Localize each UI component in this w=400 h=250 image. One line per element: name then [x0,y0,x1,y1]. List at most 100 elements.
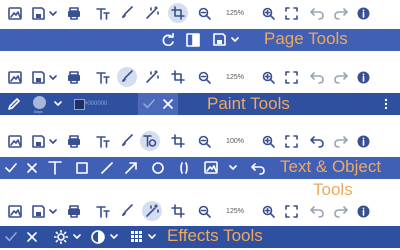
pencil-icon[interactable] [7,97,21,111]
zoom-level: 125% [226,74,244,81]
rotate-icon[interactable] [161,33,175,47]
print-icon[interactable] [67,71,81,84]
brightness-icon[interactable] [54,230,68,244]
undo-icon[interactable] [310,7,324,20]
fullscreen-icon[interactable] [285,205,298,218]
image-icon[interactable] [8,7,22,20]
magic-wand-icon[interactable] [145,6,159,20]
text-object-icon[interactable] [143,134,157,148]
main-toolbar: 125% [0,200,400,223]
text-icon[interactable] [48,160,62,175]
fullscreen-icon[interactable] [285,7,298,20]
zoom-out-icon[interactable] [198,7,211,20]
save-icon[interactable] [32,7,45,20]
text-size-icon[interactable] [96,7,110,20]
section-effects-tools: 125% Effects Tools [0,198,400,250]
chevron-down-icon[interactable] [54,101,62,107]
save-icon[interactable] [32,135,45,148]
chevron-down-icon[interactable] [148,234,156,240]
fullscreen-icon[interactable] [285,135,298,148]
zoom-in-icon[interactable] [262,135,275,148]
magic-wand-icon[interactable] [145,204,159,218]
print-icon[interactable] [67,135,81,148]
section-paint-tools: 125% 0dpx #000000 Paint Tools [0,64,400,120]
hex-color-input[interactable]: #000000 [84,97,136,111]
zoom-out-icon[interactable] [198,205,211,218]
save-icon[interactable] [213,33,226,46]
brush-size-label: 0dpx [34,109,43,114]
crop-rotate-icon[interactable] [171,70,185,84]
zoom-out-icon[interactable] [198,71,211,84]
flip-icon[interactable] [186,33,200,47]
redo-icon[interactable] [334,71,348,84]
section-page-tools: 125% Page Tools [0,0,400,58]
zoom-in-icon[interactable] [262,7,275,20]
undo-icon[interactable] [310,205,324,218]
check-icon[interactable] [5,162,17,174]
check-icon[interactable] [143,98,155,110]
chevron-down-icon[interactable] [49,139,57,145]
save-icon[interactable] [32,71,45,84]
print-icon[interactable] [67,205,81,218]
main-toolbar: 100% [0,130,400,153]
brush-color-dot[interactable] [33,96,46,109]
image-icon[interactable] [8,135,22,148]
info-icon[interactable] [357,7,370,20]
info-icon[interactable] [357,135,370,148]
zoom-level: 100% [226,138,244,145]
redo-icon[interactable] [334,135,348,148]
caption-text-object-tools-line1: Text & Object [280,157,382,176]
check-icon[interactable] [5,231,17,243]
crop-rotate-icon[interactable] [171,6,185,20]
brush-icon[interactable] [120,6,134,20]
brackets-icon[interactable] [178,162,190,174]
crop-rotate-icon[interactable] [171,134,185,148]
grid-icon[interactable] [130,230,143,243]
rectangle-icon[interactable] [76,162,88,174]
undo-icon[interactable] [251,162,265,175]
line-icon[interactable] [101,162,113,174]
paint-tools-bar: 0dpx #000000 [0,93,400,115]
image-icon[interactable] [8,205,22,218]
brush-icon[interactable] [120,204,134,218]
text-size-icon[interactable] [96,135,110,148]
info-icon[interactable] [357,205,370,218]
text-size-icon[interactable] [96,205,110,218]
zoom-out-icon[interactable] [198,135,211,148]
save-icon[interactable] [32,205,45,218]
close-icon[interactable] [163,99,173,109]
circle-icon[interactable] [152,162,164,174]
more-icon[interactable] [384,98,388,110]
undo-icon[interactable] [310,135,324,148]
chevron-down-icon[interactable] [49,11,57,17]
redo-icon[interactable] [334,205,348,218]
print-icon[interactable] [67,7,81,20]
undo-icon[interactable] [310,71,324,84]
fullscreen-icon[interactable] [285,71,298,84]
image-icon[interactable] [204,161,218,174]
close-icon[interactable] [27,232,37,242]
image-icon[interactable] [8,71,22,84]
chevron-down-icon[interactable] [73,234,81,240]
arrow-icon[interactable] [125,162,137,174]
brush-icon[interactable] [120,70,134,84]
crop-rotate-icon[interactable] [171,204,185,218]
caption-paint-tools: Paint Tools [207,94,290,113]
chevron-down-icon[interactable] [49,75,57,81]
info-icon[interactable] [357,71,370,84]
contrast-icon[interactable] [91,230,105,244]
redo-icon[interactable] [334,7,348,20]
zoom-in-icon[interactable] [262,71,275,84]
text-size-icon[interactable] [96,71,110,84]
chevron-down-icon[interactable] [110,234,118,240]
zoom-level: 125% [226,10,244,17]
chevron-down-icon[interactable] [49,209,57,215]
confirm-area [138,93,178,115]
magic-wand-icon[interactable] [145,70,159,84]
close-icon[interactable] [27,163,37,173]
zoom-in-icon[interactable] [262,205,275,218]
chevron-down-icon[interactable] [231,37,239,43]
chevron-down-icon[interactable] [229,165,237,171]
section-text-object-tools: 100% Text & Object Tools [0,128,400,198]
brush-icon[interactable] [120,134,134,148]
